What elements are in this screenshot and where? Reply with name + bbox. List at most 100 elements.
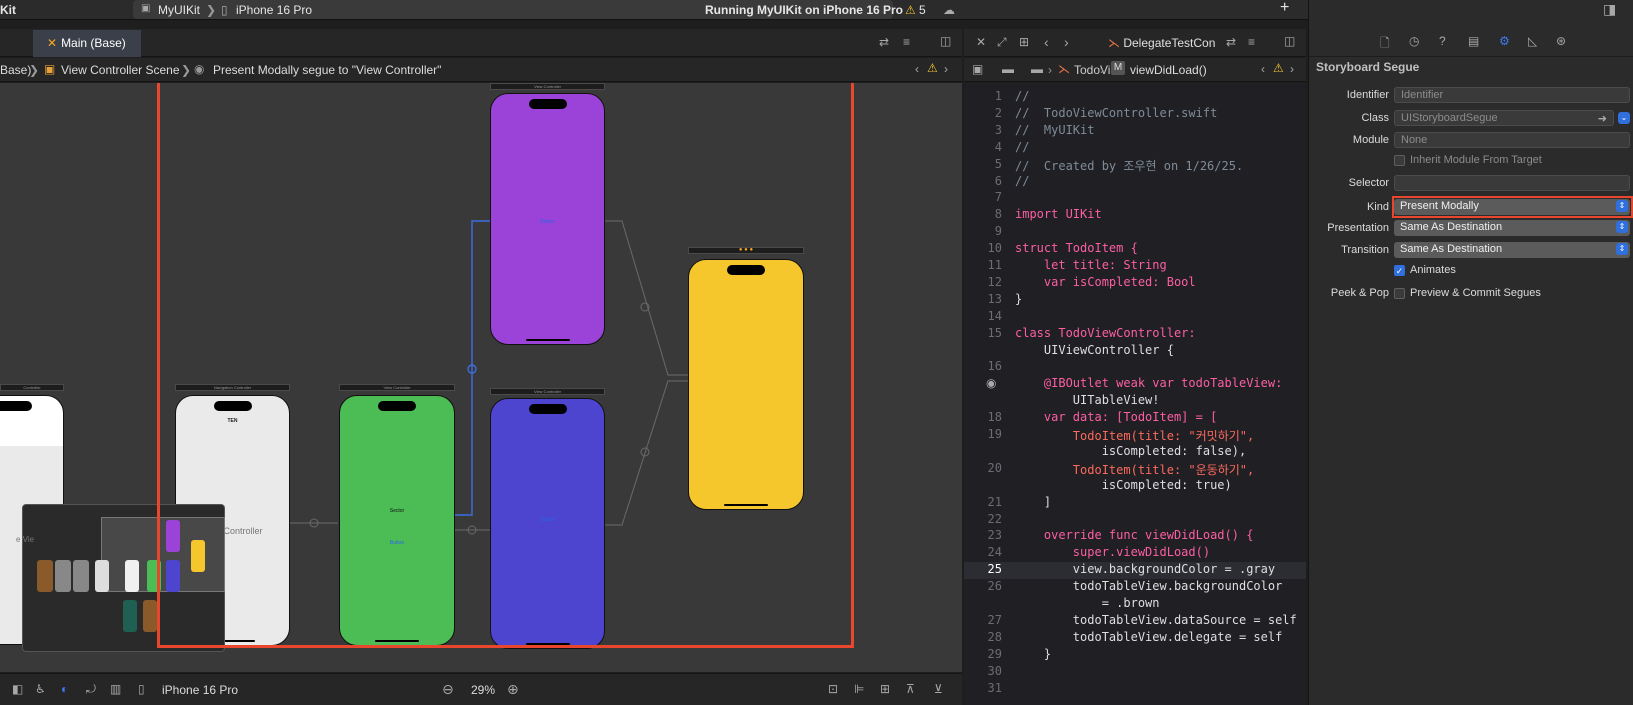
presentation-popup[interactable]: Same As Destination ⇕ xyxy=(1394,220,1630,236)
add-editor-icon[interactable]: ◫ xyxy=(1284,34,1295,48)
code-line[interactable]: 23 override func viewDidLoad() { xyxy=(964,528,1306,545)
grid-icon[interactable]: ⊞ xyxy=(1019,35,1029,49)
accessibility-icon[interactable]: ♿ xyxy=(35,682,46,696)
device-selector[interactable]: iPhone 16 Pro xyxy=(236,3,312,17)
device-icon[interactable]: ▯ xyxy=(138,682,145,696)
code-line[interactable]: 1 // xyxy=(964,89,1306,106)
code-line[interactable]: 31 xyxy=(964,681,1306,698)
code-line[interactable]: 27 todoTableView.dataSource = self xyxy=(964,613,1306,630)
code-line[interactable]: 12 var isCompleted: Bool xyxy=(964,275,1306,292)
identifier-field[interactable]: Identifier xyxy=(1394,87,1630,103)
scheme-selector[interactable]: MyUIKit xyxy=(158,3,200,17)
code-line[interactable]: 29 } xyxy=(964,647,1306,664)
code-line[interactable]: 26 todoTableView.backgroundColor xyxy=(964,579,1306,596)
connections-icon[interactable]: ⊛ xyxy=(1556,34,1566,48)
tab-delegate-test[interactable]: ⋋ DelegateTestCon xyxy=(1108,36,1215,50)
code-line[interactable]: 3 // MyUIKit xyxy=(964,123,1306,140)
code-line[interactable]: 22 xyxy=(964,512,1306,529)
attributes-icon[interactable]: ⚙ xyxy=(1499,34,1510,48)
code-line[interactable]: 21 ] xyxy=(964,495,1306,512)
class-dropdown-icon[interactable]: ⌄ xyxy=(1618,112,1630,124)
arrow-circle-icon[interactable]: ➜ xyxy=(1598,112,1607,125)
code-line[interactable]: 13} xyxy=(964,292,1306,309)
device-label[interactable]: iPhone 16 Pro xyxy=(162,683,238,697)
peek-pop-checkbox[interactable] xyxy=(1394,288,1405,299)
storyboard-canvas[interactable]: Controller Navigation Controller TEN on … xyxy=(0,83,962,672)
code-line[interactable]: 6 // xyxy=(964,174,1306,191)
code-line[interactable]: 11 let title: String xyxy=(964,258,1306,275)
breadcrumb-item[interactable]: View Controller Scene xyxy=(61,63,180,77)
add-editor-icon[interactable]: ◫ xyxy=(940,34,951,48)
module-field[interactable]: None xyxy=(1394,132,1630,148)
layout-icon[interactable]: ▥ xyxy=(110,682,121,696)
code-line[interactable]: 2 // TodoViewController.swift xyxy=(964,106,1306,123)
identity-icon[interactable]: ▤ xyxy=(1468,34,1479,48)
pin-icon[interactable]: ⊞ xyxy=(880,682,890,696)
code-line[interactable]: isCompleted: false), xyxy=(964,444,1306,461)
inspector-toggle-icon[interactable]: ◨ xyxy=(1603,1,1616,18)
code-line[interactable]: 30 xyxy=(964,664,1306,681)
selector-field[interactable] xyxy=(1394,175,1630,191)
code-line[interactable]: 20 TodoItem(title: "운동하기", xyxy=(964,461,1306,478)
chevron-left-icon[interactable]: ‹ xyxy=(1261,62,1265,76)
jump-item[interactable]: viewDidLoad() xyxy=(1130,63,1207,77)
code-line[interactable]: 15 class TodoViewController: xyxy=(964,326,1306,343)
zoom-out-icon[interactable]: ⊖ xyxy=(442,681,454,698)
chevron-left-icon[interactable]: ‹ xyxy=(915,62,919,76)
code-line[interactable]: 5 // Created by 조우현 on 1/26/25. xyxy=(964,157,1306,174)
code-line[interactable]: 10 struct TodoItem { xyxy=(964,241,1306,258)
zoom-in-icon[interactable]: ⊕ xyxy=(507,681,519,698)
code-line[interactable]: isCompleted: true) xyxy=(964,478,1306,495)
code-line[interactable]: 28 todoTableView.delegate = self xyxy=(964,630,1306,647)
tab-main-storyboard[interactable]: ✕ Main (Base) xyxy=(33,30,141,57)
code-line[interactable]: 18 var data: [TodoItem] = [ xyxy=(964,410,1306,427)
code-line[interactable]: 7 xyxy=(964,190,1306,207)
inherit-module-checkbox[interactable] xyxy=(1394,155,1405,166)
code-line[interactable]: 9 xyxy=(964,224,1306,241)
expand-icon[interactable]: ⤢ xyxy=(997,35,1007,50)
breadcrumb-item[interactable]: Base) xyxy=(0,63,31,77)
editor-options-icon[interactable]: ≡ xyxy=(903,35,910,49)
sidebar-toggle-icon[interactable]: ◧ xyxy=(12,682,23,696)
code-line[interactable]: 24 super.viewDidLoad() xyxy=(964,545,1306,562)
code-line[interactable]: 8 import UIKit xyxy=(964,207,1306,224)
embed-icon[interactable]: ⊻ xyxy=(934,682,943,696)
related-items-icon[interactable]: ⇄ xyxy=(1226,35,1236,49)
warning-count[interactable]: 5 xyxy=(919,3,926,17)
resolve-icon[interactable]: ⊼ xyxy=(906,682,915,696)
close-icon[interactable]: ✕ xyxy=(976,35,986,49)
animates-checkbox[interactable]: ✓ xyxy=(1394,265,1405,276)
help-icon[interactable]: ? xyxy=(1439,34,1446,48)
outlet-connection-icon[interactable]: ◉ xyxy=(986,376,996,390)
editor-options-icon[interactable]: ≡ xyxy=(1248,35,1255,49)
align-icon[interactable]: ⊫ xyxy=(854,682,864,696)
chevron-left-icon[interactable]: ‹ xyxy=(1044,34,1049,50)
class-field[interactable]: UIStoryboardSegue ➜ xyxy=(1394,110,1614,126)
breadcrumb-item[interactable]: Present Modally segue to "View Controlle… xyxy=(213,63,441,77)
code-line[interactable]: 14 xyxy=(964,309,1306,326)
code-line[interactable]: @IBOutlet weak var todoTableView: xyxy=(964,376,1306,393)
update-frames-icon[interactable]: ⊡ xyxy=(828,682,838,696)
size-icon[interactable]: ◺ xyxy=(1528,34,1537,48)
code-line[interactable]: UIViewController { xyxy=(964,343,1306,360)
chevron-right-icon[interactable]: › xyxy=(944,62,948,76)
history-icon[interactable]: ◷ xyxy=(1409,34,1419,48)
warning-icon[interactable]: ⚠ xyxy=(927,61,938,75)
chevron-right-icon[interactable]: › xyxy=(1064,34,1069,50)
code-line[interactable]: 19 TodoItem(title: "커밋하기", xyxy=(964,427,1306,444)
code-line[interactable]: 16 xyxy=(964,359,1306,376)
code-line[interactable]: 25 view.backgroundColor = .gray xyxy=(964,562,1306,580)
file-inspector-icon[interactable]: 🗋 xyxy=(1380,34,1390,55)
chevron-right-icon[interactable]: › xyxy=(1290,62,1294,76)
scene-title[interactable]: Controller xyxy=(0,384,64,391)
related-items-icon[interactable]: ⇄ xyxy=(879,35,889,49)
warning-icon[interactable]: ⚠ xyxy=(1273,61,1284,75)
code-line[interactable]: = .brown xyxy=(964,596,1306,613)
add-icon[interactable]: + xyxy=(1280,0,1289,17)
transition-popup[interactable]: Same As Destination ⇕ xyxy=(1394,242,1630,258)
code-line[interactable]: UITableView! xyxy=(964,393,1306,410)
appearance-icon[interactable]: ◐ xyxy=(61,682,68,696)
orientation-icon[interactable]: ⤾ xyxy=(86,682,96,697)
code-editor[interactable]: 1 // 2 // TodoViewController.swift 3 // MyUIK… xyxy=(964,83,1306,705)
code-line[interactable]: 4 // xyxy=(964,140,1306,157)
